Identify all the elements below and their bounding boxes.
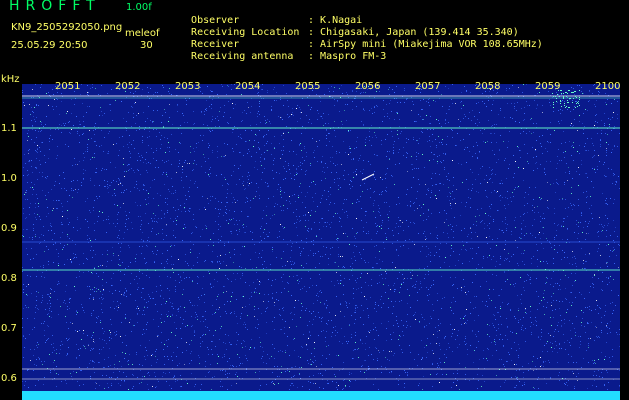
info-label: Receiving antenna [191,51,294,62]
x-tick-label: 2052 [115,81,141,92]
x-tick-label: 2059 [535,81,561,92]
x-tick-label: 2051 [55,81,81,92]
frequency-unit-label: kHz [1,74,20,85]
info-separator: : [308,51,315,62]
mode-number: 30 [140,40,153,51]
x-tick-label: 2058 [475,81,501,92]
filename-label: KN9_2505292050.png [11,22,123,33]
mode-label: meleof [125,28,160,39]
x-tick-label: 2055 [295,81,321,92]
datetime-label: 25.05.29 20:50 [11,40,88,51]
x-tick-label: 2054 [235,81,261,92]
app-title: HROFFT [9,0,101,14]
y-tick-label: 0.6 [1,373,17,384]
spectrogram-plot[interactable] [22,84,620,400]
y-tick-label: 0.7 [1,323,17,334]
y-tick-label: 0.8 [1,273,17,284]
x-tick-label: 2057 [415,81,441,92]
x-tick-label: 2053 [175,81,201,92]
x-tick-label: 2056 [355,81,381,92]
bottom-band [22,391,620,400]
info-value: Maspro FM-3 [320,51,387,62]
y-tick-label: 1.0 [1,173,17,184]
x-tick-label: 2100 [595,81,621,92]
info-row-antenna: Receiving antenna: Maspro FM-3 [179,39,386,63]
y-tick-label: 0.9 [1,223,17,234]
version-label: 1.00f [126,2,152,13]
y-tick-label: 1.1 [1,123,17,134]
